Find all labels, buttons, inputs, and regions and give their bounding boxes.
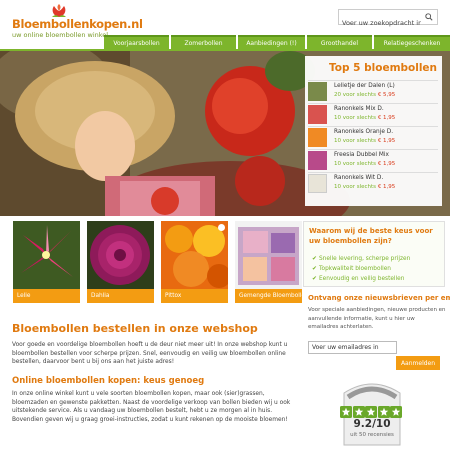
rating-stars (340, 403, 404, 418)
why-box: Waarom wij de beste keus voor uw bloembo… (303, 221, 445, 287)
category-tile-gemengde[interactable]: Gemengde Bloembollen (235, 221, 302, 303)
category-tile-pittox[interactable]: Pittox (161, 221, 228, 303)
page-title: Bloembollen bestellen in onze webshop (12, 322, 258, 335)
top5-item-price: 10 voor slechts € 1,95 (334, 184, 396, 190)
nav-groothandel[interactable]: Groothandel (307, 35, 372, 49)
why-item: ✔ Topkwaliteit bloembollen (312, 266, 391, 272)
top5-panel: Top 5 bloembollen Lelietje der Dalen (L)… (305, 56, 442, 206)
lelie-image (13, 221, 80, 289)
section-title: Online bloembollen kopen: keus genoeg (12, 376, 205, 386)
rating-badge[interactable]: 9.2/10 uit 50 recensies (334, 375, 410, 450)
search-box (338, 9, 438, 30)
check-icon: ✔ (312, 266, 317, 272)
top5-item-name: Ranonkels Wit D. (334, 175, 384, 181)
nav-aanbiedingen[interactable]: Aanbiedingen (!) (238, 35, 305, 49)
logo-tagline: uw online bloembollen winkel (12, 31, 109, 39)
top5-thumb (308, 174, 327, 193)
newsletter-text: Voor speciale aanbiedingen, nieuwe produ… (308, 307, 446, 330)
top5-item[interactable]: Ranonkels Oranje D. 10 voor slechts € 1,… (308, 126, 438, 148)
tile-label: Gemengde Bloembollen (235, 289, 302, 303)
top5-thumb (308, 151, 327, 170)
search-icon[interactable] (425, 13, 433, 21)
why-item: ✔ Eenvoudig en veilig bestellen (312, 276, 405, 282)
top5-thumb (308, 82, 327, 101)
logo-text: Bloembollenkopen.nl (12, 17, 143, 31)
star-icon (352, 406, 365, 418)
check-icon: ✔ (312, 256, 317, 262)
top5-item-name: Freesia Dubbel Mix (334, 152, 389, 158)
pittox-image (161, 221, 228, 289)
why-item: ✔ Snelle levering, scherpe prijzen (312, 256, 411, 262)
star-icon (390, 406, 402, 418)
category-tile-lelie[interactable]: Lelie (13, 221, 80, 303)
body-text: In onze online winkel kunt u vele soorte… (12, 391, 291, 424)
top5-item-name: Lelietje der Dalen (L) (334, 83, 395, 89)
top5-item-price: 20 voor slechts € 5,95 (334, 92, 396, 98)
tile-label: Lelie (13, 289, 80, 303)
top5-item[interactable]: Ranonkels Mix D. 10 voor slechts € 1,95 (308, 103, 438, 125)
tile-label: Dahlia (87, 289, 154, 303)
top5-item-price: 10 voor slechts € 1,95 (334, 138, 396, 144)
tile-badge (218, 224, 225, 231)
rating-score: 9.2/10 (353, 418, 391, 430)
top5-item[interactable]: Freesia Dubbel Mix 10 voor slechts € 1,9… (308, 149, 438, 171)
newsletter-title: Ontvang onze nieuwsbrieven per email (308, 294, 450, 302)
tile-label: Pittox (161, 289, 228, 303)
search-input[interactable] (339, 16, 421, 30)
dahlia-image (87, 221, 154, 289)
nav-zomerbollen[interactable]: Zomerbollen (171, 35, 236, 49)
email-field[interactable] (308, 341, 397, 354)
nav-voorjaarsbollen[interactable]: Voorjaarsbollen (104, 35, 169, 49)
nav-relatiegeschenken[interactable]: Relatiegeschenken (374, 35, 450, 49)
intro-text: Voor goede en voordelige bloembollen hoe… (12, 342, 288, 366)
top5-item-name: Ranonkels Mix D. (334, 106, 384, 112)
star-icon (377, 406, 390, 418)
tulip-logo-icon (52, 4, 66, 17)
top5-thumb (308, 128, 327, 147)
top5-item-price: 10 voor slechts € 1,95 (334, 161, 396, 167)
rating-reviews: uit 50 recensies (350, 432, 394, 438)
star-icon (365, 406, 377, 418)
check-icon: ✔ (312, 276, 317, 282)
top5-item[interactable]: Lelietje der Dalen (L) 20 voor slechts €… (308, 80, 438, 102)
top5-item-name: Ranonkels Oranje D. (334, 129, 394, 135)
logo[interactable]: Bloembollenkopen.nl uw online bloembolle… (12, 4, 143, 40)
gemengde-image (235, 221, 302, 289)
top5-item[interactable]: Ranonkels Wit D. 10 voor slechts € 1,95 (308, 172, 438, 194)
top5-title: Top 5 bloembollen (329, 62, 438, 74)
category-tile-dahlia[interactable]: Dahlia (87, 221, 154, 303)
top5-item-price: 10 voor slechts € 1,95 (334, 115, 396, 121)
star-icon (340, 406, 352, 418)
subscribe-button[interactable]: Aanmelden (396, 356, 440, 370)
main-nav: Voorjaarsbollen Zomerbollen Aanbiedingen… (102, 35, 450, 49)
top5-thumb (308, 105, 327, 124)
why-title: Waarom wij de beste keus voor uw bloembo… (309, 227, 433, 245)
